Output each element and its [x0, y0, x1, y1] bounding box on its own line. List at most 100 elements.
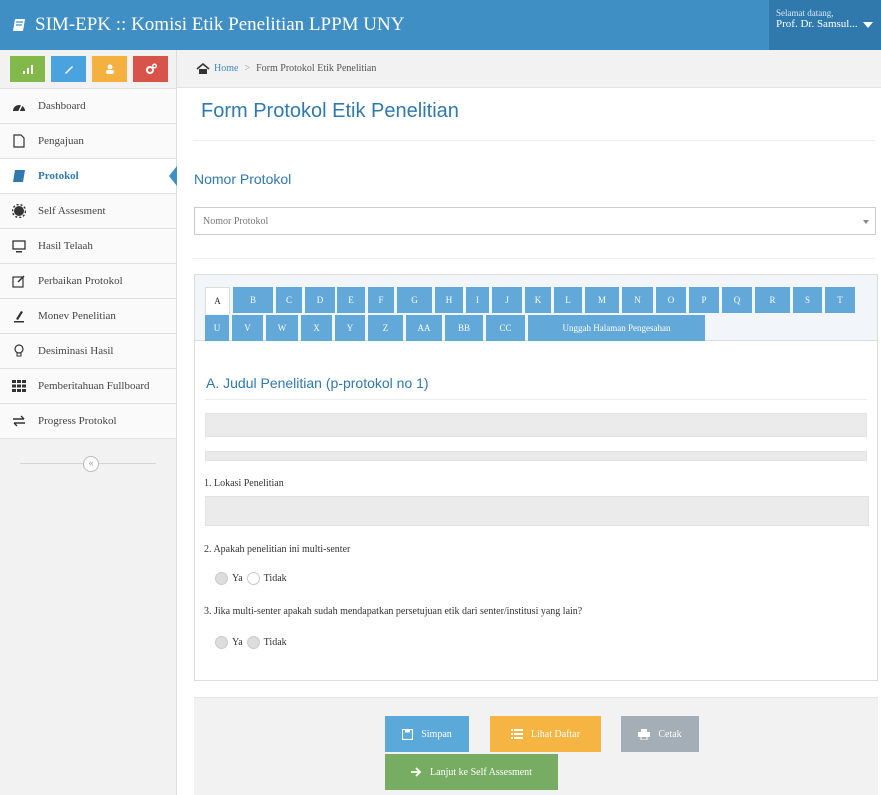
- tab-k[interactable]: K: [525, 287, 551, 313]
- lokasi-penelitian-field[interactable]: [205, 496, 869, 526]
- tab-h[interactable]: H: [435, 287, 463, 313]
- tab-f[interactable]: F: [368, 287, 394, 313]
- sidebar-item-label: Perbaikan Protokol: [38, 275, 123, 287]
- radio-tidak[interactable]: [246, 572, 260, 585]
- signal-icon: [22, 65, 33, 74]
- print-icon: [638, 728, 651, 740]
- shortcut-users-button[interactable]: [92, 56, 127, 82]
- question-heading: A. Judul Penelitian (p-protokol no 1): [206, 375, 429, 391]
- shortcut-stats-button[interactable]: [10, 56, 45, 82]
- print-button[interactable]: Cetak: [621, 716, 699, 752]
- judul-penelitian-field[interactable]: [205, 413, 867, 437]
- cog-icon: [12, 204, 26, 218]
- tab-w[interactable]: W: [266, 315, 298, 341]
- tab-cc[interactable]: CC: [486, 315, 525, 341]
- pencil-icon: [12, 309, 26, 323]
- tab-t[interactable]: T: [825, 287, 855, 313]
- tab-o[interactable]: O: [656, 287, 686, 313]
- radio-label-tidak: Tidak: [263, 637, 287, 648]
- cogs-icon: [145, 63, 157, 74]
- list-icon: [510, 729, 523, 739]
- sidebar-item-desiminasi-hasil[interactable]: Desiminasi Hasil: [0, 333, 176, 368]
- file-icon: [12, 134, 26, 148]
- multisenter-radio-group: Ya Tidak: [215, 572, 291, 585]
- tab-s[interactable]: S: [793, 287, 822, 313]
- sidebar-item-label: Monev Penelitian: [38, 310, 116, 322]
- persetujuan-radio-group: Ya Tidak: [215, 636, 291, 649]
- divider: [193, 140, 875, 141]
- breadcrumb-separator: >: [244, 63, 251, 74]
- monitor-icon: [12, 239, 26, 253]
- tab-m[interactable]: M: [585, 287, 619, 313]
- users-icon: [105, 64, 114, 74]
- tab-z[interactable]: Z: [368, 315, 403, 341]
- tab-c[interactable]: C: [276, 287, 302, 313]
- sidebar-item-dashboard[interactable]: Dashboard: [0, 88, 176, 123]
- collapse-sidebar-button[interactable]: «: [83, 456, 99, 472]
- tab-u[interactable]: U: [205, 315, 229, 341]
- view-list-button[interactable]: Lihat Daftar: [490, 716, 601, 752]
- shortcut-buttons: [0, 50, 176, 88]
- sidebar-item-perbaikan-protokol[interactable]: Perbaikan Protokol: [0, 263, 176, 298]
- home-icon[interactable]: [196, 63, 210, 74]
- tab-a[interactable]: A: [205, 287, 230, 314]
- chevron-down-icon: [863, 22, 873, 28]
- page-title: Form Protokol Etik Penelitian: [201, 100, 459, 122]
- sidebar-item-label: Pengajuan: [38, 135, 84, 147]
- tab-p[interactable]: P: [689, 287, 719, 313]
- breadcrumb-home-link[interactable]: Home: [214, 63, 238, 74]
- tab-unggah-halaman-pengesahan[interactable]: Unggah Halaman Pengesahan: [528, 315, 705, 341]
- save-button[interactable]: Simpan: [385, 716, 469, 752]
- form-actions: Simpan Lihat Daftar Cetak Lanjut ke Self…: [194, 697, 878, 795]
- sidebar-item-hasil-telaah[interactable]: Hasil Telaah: [0, 228, 176, 263]
- tab-g[interactable]: G: [397, 287, 432, 313]
- sidebar-item-label: Progress Protokol: [38, 415, 117, 427]
- sidebar-item-progress-protokol[interactable]: Progress Protokol: [0, 403, 176, 438]
- tab-i[interactable]: I: [466, 287, 489, 313]
- tab-d[interactable]: D: [305, 287, 335, 313]
- edit-icon: [12, 274, 26, 288]
- sidebar-item-monev-penelitian[interactable]: Monev Penelitian: [0, 298, 176, 333]
- sidebar-item-label: Self Assesment: [38, 205, 106, 217]
- tab-b[interactable]: B: [233, 287, 273, 313]
- shortcut-edit-button[interactable]: [51, 56, 86, 82]
- tab-r[interactable]: R: [755, 287, 790, 313]
- sidebar-item-self-assesment[interactable]: Self Assesment: [0, 193, 176, 228]
- breadcrumb: Home > Form Protokol Etik Penelitian: [177, 50, 881, 88]
- book-icon: [12, 169, 26, 183]
- active-indicator: [169, 166, 177, 186]
- radio-ya[interactable]: [215, 572, 228, 585]
- tab-e[interactable]: E: [337, 287, 365, 313]
- question-label-multisenter: 2. Apakah penelitian ini multi-senter: [204, 544, 351, 555]
- radio-ya[interactable]: [215, 636, 228, 649]
- tab-v[interactable]: V: [232, 315, 263, 341]
- shortcut-settings-button[interactable]: [133, 56, 168, 82]
- question-label-lokasi: 1. Lokasi Penelitian: [204, 478, 284, 489]
- tab-j[interactable]: J: [492, 287, 522, 313]
- sidebar-item-protokol[interactable]: Protokol: [0, 158, 177, 193]
- save-icon: [402, 728, 414, 740]
- grid-icon: [12, 379, 26, 393]
- user-menu[interactable]: Selamat datang, Prof. Dr. Samsul...: [769, 0, 881, 50]
- sidebar-item-label: Pemberitahuan Fullboard: [38, 380, 150, 392]
- tab-bb[interactable]: BB: [445, 315, 483, 341]
- tab-q[interactable]: Q: [722, 287, 752, 313]
- tab-n[interactable]: N: [622, 287, 653, 313]
- exchange-icon: [12, 414, 26, 428]
- print-label: Cetak: [658, 728, 682, 740]
- judul-penelitian-field-2[interactable]: [205, 451, 867, 461]
- nomor-protokol-select[interactable]: Nomor Protokol: [194, 207, 876, 235]
- app-brand[interactable]: SIM-EPK :: Komisi Etik Penelitian LPPM U…: [12, 0, 404, 50]
- sidebar-item-pemberitahuan-fullboard[interactable]: Pemberitahuan Fullboard: [0, 368, 176, 403]
- tab-aa[interactable]: AA: [406, 315, 442, 341]
- tab-strip: A B C D E F G H I J K L M N O P Q R S T U V W X Y Z AA BB CC Unggah H…: [195, 275, 877, 341]
- sidebar: Dashboard Pengajuan Protokol Self Assesm…: [0, 50, 177, 795]
- tab-y[interactable]: Y: [335, 315, 365, 341]
- tab-l[interactable]: L: [554, 287, 582, 313]
- radio-tidak[interactable]: [246, 636, 260, 649]
- next-self-assesment-button[interactable]: Lanjut ke Self Assesment: [385, 754, 558, 790]
- sidebar-item-pengajuan[interactable]: Pengajuan: [0, 123, 176, 158]
- tab-x[interactable]: X: [301, 315, 332, 341]
- radio-label-ya: Ya: [232, 637, 243, 648]
- sidebar-collapse: «: [0, 449, 176, 483]
